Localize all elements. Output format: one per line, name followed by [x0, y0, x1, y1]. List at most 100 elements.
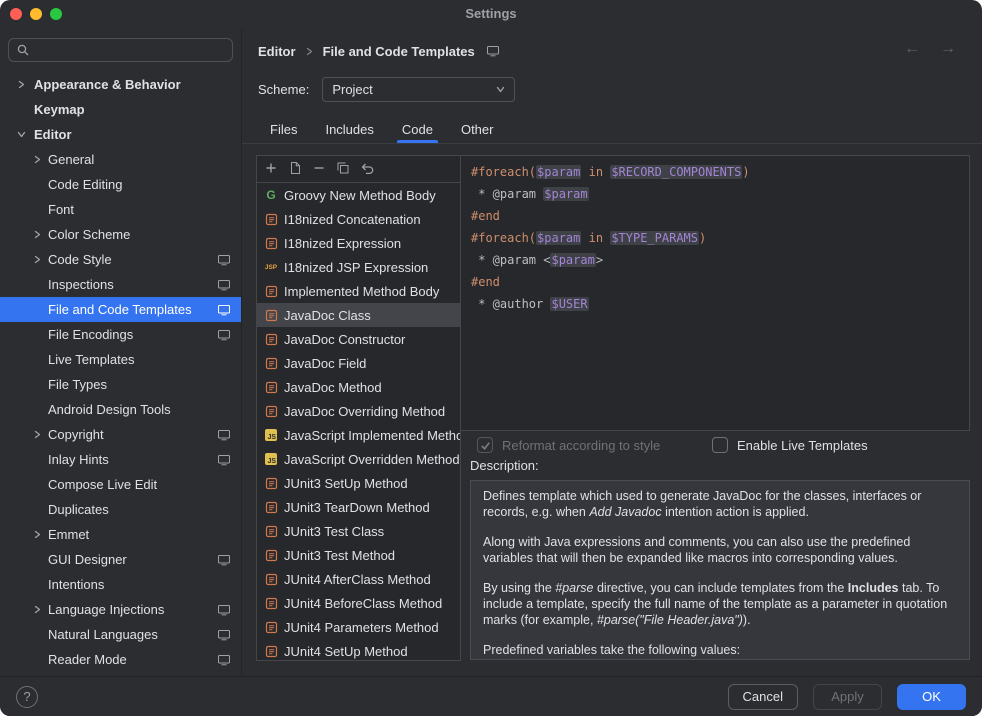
template-list-item[interactable]: Implemented Method Body: [257, 279, 460, 303]
template-list-item[interactable]: JavaDoc Method: [257, 375, 460, 399]
chevron-right-icon[interactable]: [33, 230, 43, 240]
description-box[interactable]: Defines template which used to generate …: [470, 480, 970, 660]
sidebar-item-android-design-tools[interactable]: Android Design Tools: [0, 397, 241, 422]
template-list-item[interactable]: JavaDoc Field: [257, 351, 460, 375]
minimize-button[interactable]: [30, 8, 42, 20]
remove-template-button[interactable]: [311, 160, 327, 179]
template-list-item[interactable]: JUnit4 AfterClass Method: [257, 567, 460, 591]
screen-icon: [217, 304, 231, 316]
scheme-select[interactable]: Project: [322, 77, 515, 102]
template-code-editor[interactable]: #foreach($param in $RECORD_COMPONENTS) *…: [460, 155, 970, 431]
template-name: JavaDoc Constructor: [284, 332, 405, 347]
sidebar-item-gui-designer[interactable]: GUI Designer: [0, 547, 241, 572]
sidebar-item-natural-languages[interactable]: Natural Languages: [0, 622, 241, 647]
template-list-item[interactable]: GGroovy New Method Body: [257, 183, 460, 207]
template-list-item[interactable]: JSJavaScript Implemented Method Body: [257, 423, 460, 447]
sidebar-item-live-templates[interactable]: Live Templates: [0, 347, 241, 372]
sidebar-item-copyright[interactable]: Copyright: [0, 422, 241, 447]
cancel-button[interactable]: Cancel: [728, 684, 798, 710]
template-name: JavaDoc Class: [284, 308, 371, 323]
tab-files[interactable]: Files: [256, 116, 311, 143]
sidebar-item-editor[interactable]: Editor: [0, 122, 241, 147]
titlebar: Settings: [0, 0, 982, 28]
template-list-item[interactable]: JSPI18nized JSP Expression: [257, 255, 460, 279]
sidebar-item-keymap[interactable]: Keymap: [0, 97, 241, 122]
template-list-item[interactable]: JavaDoc Class: [257, 303, 460, 327]
sidebar-item-emmet[interactable]: Emmet: [0, 522, 241, 547]
template-list-item[interactable]: JUnit4 Parameters Method: [257, 615, 460, 639]
sidebar-item-general[interactable]: General: [0, 147, 241, 172]
sidebar-item-appearance-behavior[interactable]: Appearance & Behavior: [0, 72, 241, 97]
zoom-button[interactable]: [50, 8, 62, 20]
sidebar-item-label: Reader Mode: [48, 652, 217, 667]
sidebar-item-reader-mode[interactable]: Reader Mode: [0, 647, 241, 672]
reformat-label: Reformat according to style: [502, 438, 660, 453]
template-list-panel: GGroovy New Method BodyI18nized Concaten…: [256, 155, 461, 661]
chevron-right-icon[interactable]: [33, 605, 43, 615]
chevron-right-icon[interactable]: [33, 255, 43, 265]
template-icon: [264, 573, 278, 586]
traffic-lights: [10, 8, 62, 20]
template-list-item[interactable]: JUnit4 SetUp Method: [257, 639, 460, 661]
sidebar-item-duplicates[interactable]: Duplicates: [0, 497, 241, 522]
sidebar-item-code-style[interactable]: Code Style: [0, 247, 241, 272]
template-list-item[interactable]: JUnit3 Test Method: [257, 543, 460, 567]
sidebar-item-file-encodings[interactable]: File Encodings: [0, 322, 241, 347]
template-name: I18nized Expression: [284, 236, 401, 251]
sidebar-item-language-injections[interactable]: Language Injections: [0, 597, 241, 622]
template-name: JUnit3 Test Method: [284, 548, 395, 563]
code-line: #end: [471, 205, 959, 227]
chevron-right-icon[interactable]: [33, 430, 43, 440]
search-box[interactable]: [8, 38, 233, 62]
sidebar-item-file-and-code-templates[interactable]: File and Code Templates: [0, 297, 241, 322]
template-icon: [264, 645, 278, 658]
scheme-row: Scheme: Project: [258, 76, 515, 102]
tab-includes[interactable]: Includes: [311, 116, 387, 143]
chevron-down-icon[interactable]: [17, 130, 27, 140]
template-list-item[interactable]: JUnit3 Test Class: [257, 519, 460, 543]
chevron-right-icon[interactable]: [17, 80, 27, 90]
template-list-item[interactable]: JavaDoc Constructor: [257, 327, 460, 351]
js-icon: JS: [264, 453, 278, 465]
template-list-item[interactable]: JavaDoc Overriding Method: [257, 399, 460, 423]
sidebar-item-color-scheme[interactable]: Color Scheme: [0, 222, 241, 247]
template-list-item[interactable]: JUnit4 BeforeClass Method: [257, 591, 460, 615]
sidebar-item-inspections[interactable]: Inspections: [0, 272, 241, 297]
template-icon: [264, 357, 278, 370]
template-name: JUnit4 SetUp Method: [284, 644, 408, 659]
close-button[interactable]: [10, 8, 22, 20]
sidebar-item-compose-live-edit[interactable]: Compose Live Edit: [0, 472, 241, 497]
template-icon: [264, 285, 278, 298]
add-template-button[interactable]: [263, 160, 279, 179]
template-name: JUnit3 SetUp Method: [284, 476, 408, 491]
sidebar-item-code-editing[interactable]: Code Editing: [0, 172, 241, 197]
sidebar-item-intentions[interactable]: Intentions: [0, 572, 241, 597]
sidebar-item-font[interactable]: Font: [0, 197, 241, 222]
template-name: JavaScript Overridden Method Body: [284, 452, 460, 467]
template-list-item[interactable]: I18nized Concatenation: [257, 207, 460, 231]
help-button[interactable]: ?: [16, 686, 38, 708]
reset-to-default-button[interactable]: [359, 160, 375, 179]
sidebar-item-label: Live Templates: [48, 352, 231, 367]
tab-code[interactable]: Code: [388, 116, 447, 143]
chevron-right-icon[interactable]: [33, 155, 43, 165]
ok-button[interactable]: OK: [897, 684, 966, 710]
template-list-item[interactable]: JUnit3 TearDown Method: [257, 495, 460, 519]
template-list-item[interactable]: I18nized Expression: [257, 231, 460, 255]
history-nav: ← →: [904, 40, 956, 58]
copy-template-button[interactable]: [335, 160, 351, 179]
chevron-right-icon[interactable]: [33, 530, 43, 540]
sidebar-item-inlay-hints[interactable]: Inlay Hints: [0, 447, 241, 472]
sidebar-item-file-types[interactable]: File Types: [0, 372, 241, 397]
code-line: * @param $param: [471, 183, 959, 205]
tab-other[interactable]: Other: [447, 116, 508, 143]
copy-icon: [335, 160, 351, 179]
tabs: FilesIncludesCodeOther: [256, 116, 507, 143]
live-templates-checkbox[interactable]: [712, 437, 728, 453]
breadcrumb-editor[interactable]: Editor: [258, 44, 296, 59]
template-list-item[interactable]: JUnit3 SetUp Method: [257, 471, 460, 495]
search-input[interactable]: [35, 43, 225, 58]
template-list-item[interactable]: JS JavaScript Overridden Method Body: [257, 447, 460, 471]
template-icon: [264, 477, 278, 490]
create-child-template-button[interactable]: [287, 160, 303, 179]
